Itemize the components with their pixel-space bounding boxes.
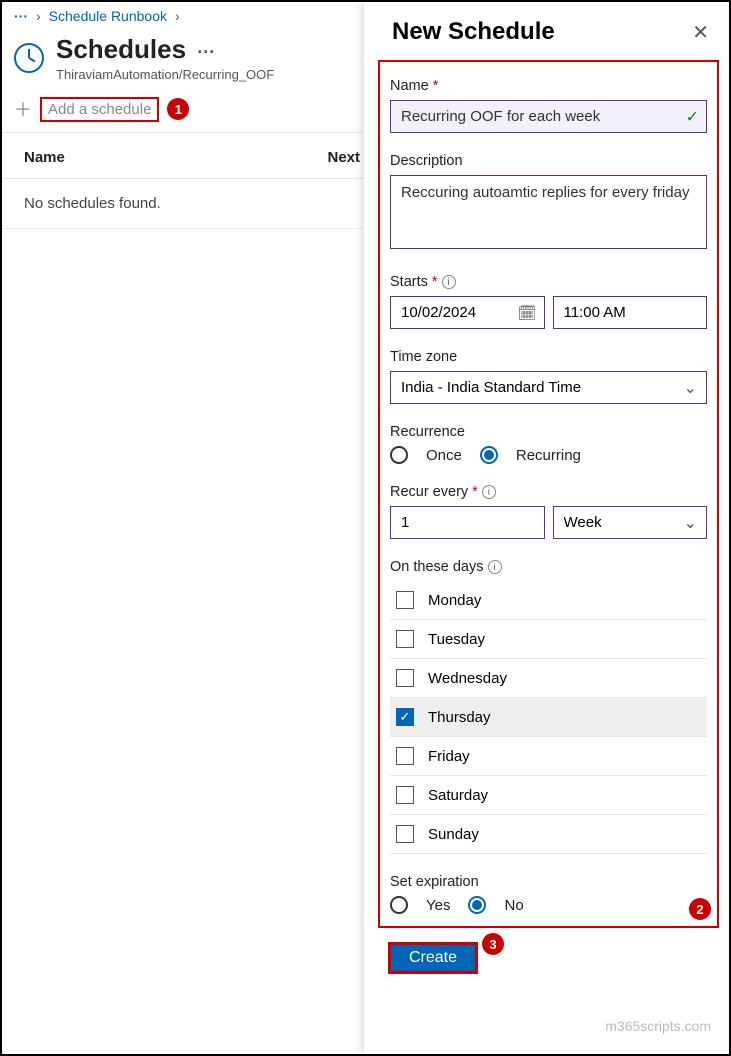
col-name[interactable]: Name	[24, 149, 327, 166]
day-label: Wednesday	[428, 670, 507, 687]
recurrence-recurring-radio[interactable]	[480, 446, 498, 464]
expiration-yes-radio[interactable]	[390, 896, 408, 914]
checkbox[interactable]	[396, 669, 414, 687]
checkbox[interactable]	[396, 747, 414, 765]
page-subtitle: ThiraviamAutomation/Recurring_OOF	[56, 67, 274, 82]
day-label: Monday	[428, 592, 481, 609]
breadcrumb-link[interactable]: Schedule Runbook	[49, 8, 167, 24]
checkbox[interactable]	[396, 630, 414, 648]
more-icon[interactable]: ···	[197, 42, 215, 62]
new-schedule-panel: New Schedule ✕ Name * ✓ Description Recc…	[364, 2, 729, 1054]
expiration-yes-label: Yes	[426, 897, 450, 914]
day-row-sunday[interactable]: Sunday	[390, 815, 707, 854]
grid-header: Name Next	[2, 133, 382, 179]
day-label: Thursday	[428, 709, 491, 726]
calendar-icon[interactable]: 🗓	[517, 304, 536, 322]
recur-unit-select[interactable]	[553, 506, 708, 539]
day-label: Saturday	[428, 787, 488, 804]
info-icon[interactable]: i	[482, 485, 496, 499]
panel-title: New Schedule	[392, 18, 555, 46]
checkbox[interactable]	[396, 786, 414, 804]
annotation-1: 1	[167, 98, 189, 120]
breadcrumb-more[interactable]: ···	[14, 8, 28, 24]
name-input[interactable]	[390, 100, 707, 133]
create-button[interactable]: Create	[388, 942, 478, 974]
plus-icon: ＋	[14, 96, 32, 122]
annotation-2: 2	[689, 898, 711, 920]
annotation-3: 3	[482, 933, 504, 955]
page-title: Schedules ···	[56, 34, 274, 65]
timezone-select[interactable]	[390, 371, 707, 404]
breadcrumb: ··· › Schedule Runbook ›	[2, 2, 382, 24]
start-time-input[interactable]	[553, 296, 708, 329]
day-label: Tuesday	[428, 631, 485, 648]
info-icon[interactable]: i	[442, 275, 456, 289]
day-row-thursday[interactable]: ✓ Thursday	[390, 698, 707, 737]
description-label: Description	[390, 153, 707, 169]
checkbox[interactable]: ✓	[396, 708, 414, 726]
checkbox[interactable]	[396, 825, 414, 843]
expiration-no-label: No	[504, 897, 523, 914]
close-icon[interactable]: ✕	[692, 20, 709, 45]
clock-icon	[14, 43, 44, 73]
day-row-tuesday[interactable]: Tuesday	[390, 620, 707, 659]
day-label: Sunday	[428, 826, 479, 843]
day-row-monday[interactable]: Monday	[390, 581, 707, 620]
recurrence-label: Recurrence	[390, 424, 707, 440]
timezone-label: Time zone	[390, 349, 707, 365]
expiration-no-radio[interactable]	[468, 896, 486, 914]
day-label: Friday	[428, 748, 470, 765]
starts-label: Starts * i	[390, 274, 707, 290]
expiration-label: Set expiration	[390, 874, 707, 890]
checkbox[interactable]	[396, 591, 414, 609]
add-schedule-button[interactable]: Add a schedule	[40, 97, 159, 122]
info-icon[interactable]: i	[488, 560, 502, 574]
recur-every-input[interactable]	[390, 506, 545, 539]
description-input[interactable]: Reccuring autoamtic replies for every fr…	[390, 175, 707, 249]
day-row-friday[interactable]: Friday	[390, 737, 707, 776]
day-row-wednesday[interactable]: Wednesday	[390, 659, 707, 698]
grid-empty: No schedules found.	[2, 179, 382, 229]
col-next[interactable]: Next	[327, 149, 360, 166]
chevron-right-icon: ›	[36, 8, 41, 24]
days-list: Monday Tuesday Wednesday ✓ Thursday Friday Sat…	[390, 581, 707, 854]
recurrence-recurring-label: Recurring	[516, 447, 581, 464]
chevron-right-icon: ›	[175, 8, 180, 24]
days-label: On these days i	[390, 559, 707, 575]
recurrence-once-label: Once	[426, 447, 462, 464]
check-icon: ✓	[686, 107, 699, 127]
recurrence-once-radio[interactable]	[390, 446, 408, 464]
day-row-saturday[interactable]: Saturday	[390, 776, 707, 815]
watermark: m365scripts.com	[605, 1018, 711, 1034]
recur-every-label: Recur every * i	[390, 484, 707, 500]
name-label: Name *	[390, 78, 707, 94]
